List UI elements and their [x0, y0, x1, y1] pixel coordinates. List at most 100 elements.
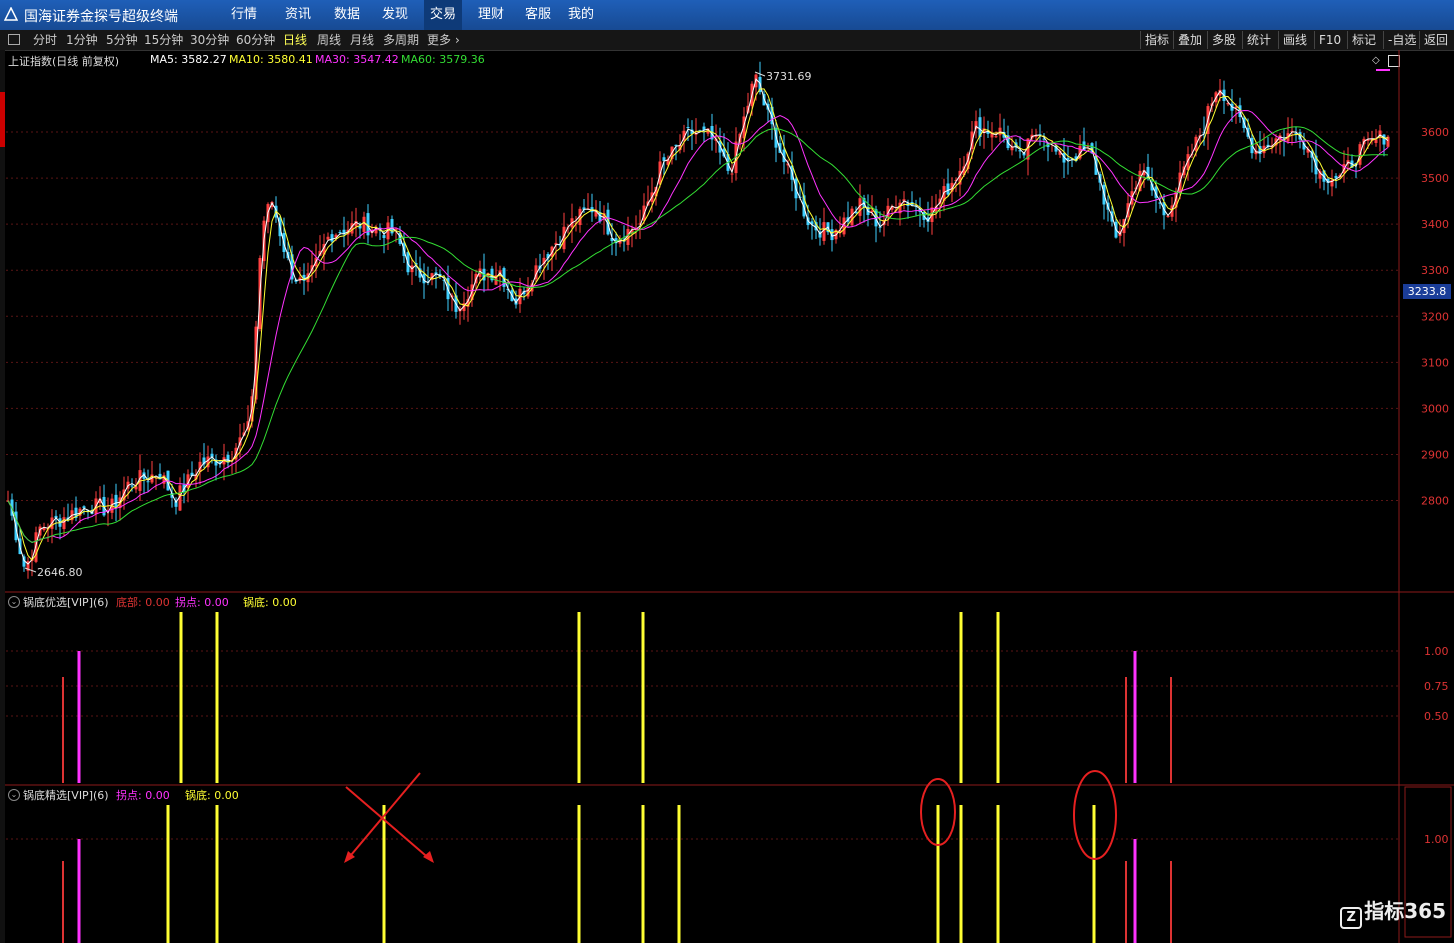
- ind1-bar: [179, 612, 183, 783]
- period-3[interactable]: 15分钟: [144, 31, 183, 49]
- period-8[interactable]: 月线: [350, 31, 374, 49]
- period-5[interactable]: 60分钟: [236, 31, 275, 49]
- ind2-bar: [577, 805, 581, 943]
- ind2-title: 锅底精选[VIP](6): [23, 789, 109, 802]
- ind2-bar: [1092, 805, 1096, 943]
- axis-label-ind1: 0.75: [1424, 680, 1449, 693]
- menu-item-3[interactable]: 发现: [376, 0, 414, 30]
- ind2-collapse-icon[interactable]: ⌄: [8, 789, 20, 801]
- low-label: 2646.80: [37, 566, 83, 579]
- ind2-bar: [1170, 861, 1172, 943]
- period-7[interactable]: 周线: [317, 31, 341, 49]
- ind2-bar: [677, 805, 681, 943]
- candle-body: [146, 481, 150, 483]
- tool-0[interactable]: 指标: [1140, 31, 1173, 49]
- period-10[interactable]: 更多: [427, 31, 451, 49]
- candle-body: [1374, 139, 1378, 143]
- watermark-text: 指标365: [1364, 899, 1446, 923]
- tool-6[interactable]: 标记: [1347, 31, 1380, 49]
- axis-label-main: 3600: [1421, 126, 1449, 139]
- menu-item-5[interactable]: 理财: [472, 0, 510, 30]
- tool-3[interactable]: 统计: [1242, 31, 1275, 49]
- menu-item-6[interactable]: 客服: [519, 0, 557, 30]
- ind2-bar: [215, 805, 219, 943]
- period-4[interactable]: 30分钟: [190, 31, 229, 49]
- ind2-label-0: 拐点: 0.00: [116, 789, 170, 802]
- ind2-bar: [959, 805, 963, 943]
- candle-body: [130, 485, 134, 487]
- candle-body: [326, 236, 330, 240]
- period-0[interactable]: 分时: [33, 31, 57, 49]
- candle-body: [338, 231, 342, 233]
- period-6[interactable]: 日线: [283, 31, 307, 49]
- watermark: Z 指标365: [1340, 895, 1446, 929]
- ma-label-0: MA5: 3582.27: [150, 53, 227, 66]
- ind2-bar: [166, 805, 170, 943]
- tool-7[interactable]: -自选: [1383, 31, 1420, 49]
- period-9[interactable]: 多周期: [383, 31, 419, 49]
- candle-body: [994, 136, 998, 138]
- ind2-bar: [1125, 861, 1127, 943]
- period-1[interactable]: 1分钟: [66, 31, 98, 49]
- menu-item-1[interactable]: 资讯: [279, 0, 317, 30]
- ind2-bar: [936, 805, 940, 943]
- ind2-bar: [1133, 839, 1137, 943]
- ind1-title: 锅底优选[VIP](6): [23, 596, 109, 609]
- ind1-bar: [215, 612, 219, 783]
- axis-label-ind1: 1.00: [1424, 645, 1449, 658]
- tool-1[interactable]: 叠加: [1173, 31, 1206, 49]
- high-label: 3731.69: [766, 70, 812, 83]
- axis-label-main: 3100: [1421, 356, 1449, 369]
- menu-item-2[interactable]: 数据: [328, 0, 366, 30]
- menu-item-7[interactable]: 我的: [562, 0, 600, 30]
- ind1-bar: [62, 677, 64, 783]
- candle-body: [686, 127, 690, 129]
- candle-body: [382, 235, 386, 239]
- ma-label-1: MA10: 3580.41: [229, 53, 313, 66]
- axis-label-main: 2900: [1421, 448, 1449, 461]
- tool-5[interactable]: F10: [1314, 31, 1345, 49]
- ma10-line: [7, 88, 1389, 561]
- tool-4[interactable]: 画线: [1278, 31, 1311, 49]
- ind1-label-0: 底部: 0.00: [116, 596, 170, 609]
- ind1-collapse-icon[interactable]: ⌄: [8, 596, 20, 608]
- ind1-bar: [996, 612, 1000, 783]
- ind1-bar: [641, 612, 645, 783]
- ind2-bar: [996, 805, 1000, 943]
- ind2-label-1: 锅底: 0.00: [185, 789, 239, 802]
- ind1-bar: [1125, 677, 1127, 783]
- ind1-label-1: 拐点: 0.00: [175, 596, 229, 609]
- ind2-bar: [77, 839, 81, 943]
- red-cross-stroke: [345, 786, 433, 862]
- axis-label-ind2: 1.00: [1424, 833, 1449, 846]
- menu-item-4[interactable]: 交易: [424, 0, 463, 30]
- axis-label-main: 3300: [1421, 264, 1449, 277]
- more-chevron-icon[interactable]: ›: [455, 31, 460, 49]
- candle-body: [998, 127, 1002, 136]
- ind2-bar: [382, 805, 386, 943]
- candle-body: [62, 517, 66, 530]
- axis-label-main: 3500: [1421, 172, 1449, 185]
- ma-label-2: MA30: 3547.42: [315, 53, 399, 66]
- ma5-line: [7, 78, 1389, 565]
- ind1-bar: [77, 651, 81, 783]
- ind1-bar: [577, 612, 581, 783]
- ind1-bar: [959, 612, 963, 783]
- candle-body: [946, 183, 950, 195]
- axis-label-main: 2800: [1421, 495, 1449, 508]
- candle-body: [330, 234, 334, 242]
- tool-2[interactable]: 多股: [1207, 31, 1240, 49]
- candle-body: [362, 216, 366, 232]
- axis-label-main: 3400: [1421, 218, 1449, 231]
- current-price-tag: 3233.8: [1403, 284, 1451, 299]
- ind1-bar: [1133, 651, 1137, 783]
- menu-item-0[interactable]: 行情: [225, 0, 263, 30]
- period-2[interactable]: 5分钟: [106, 31, 138, 49]
- candle-body: [1382, 134, 1386, 145]
- ind1-label-2: 锅底: 0.00: [243, 596, 297, 609]
- tool-8[interactable]: 返回: [1419, 31, 1452, 49]
- ind2-bar: [641, 805, 645, 943]
- red-arrow-head-icon: [423, 851, 434, 863]
- candle-body: [730, 173, 734, 175]
- axis-label-main: 3000: [1421, 402, 1449, 415]
